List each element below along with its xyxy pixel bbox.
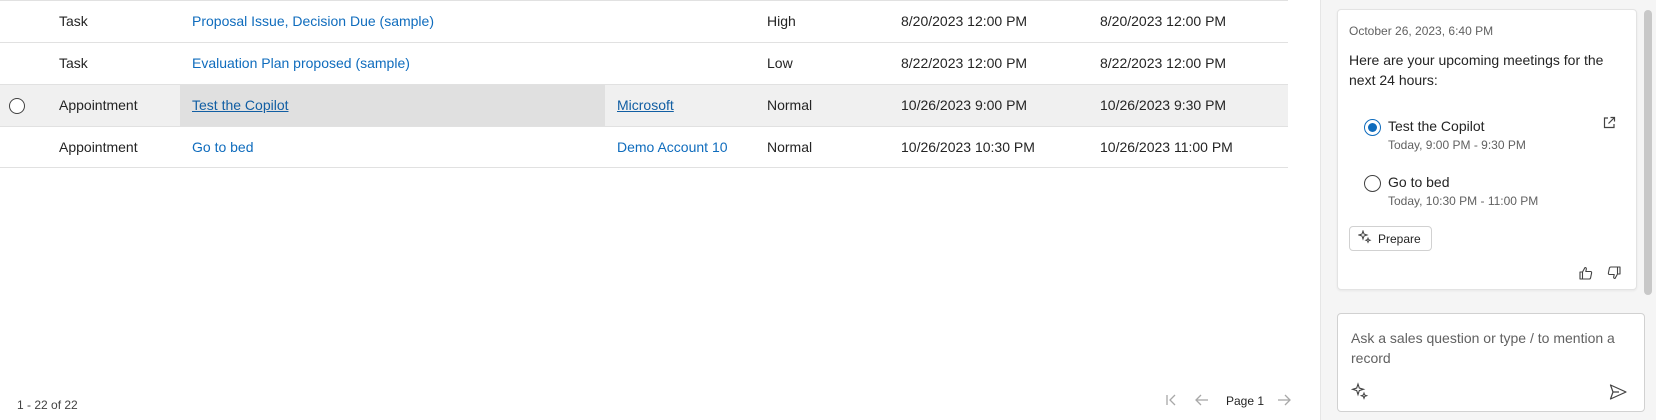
table-row[interactable]: Appointment Test the Copilot Microsoft N… — [0, 84, 1288, 126]
cell-subject: Proposal Issue, Decision Due (sample) — [180, 1, 605, 42]
cell-priority: High — [767, 13, 796, 29]
cell-start-date: 10/26/2023 10:30 PM — [901, 139, 1035, 155]
cell-subject: Evaluation Plan proposed (sample) — [180, 43, 605, 84]
cell-activity-type: Task — [59, 13, 88, 29]
cell-priority: Low — [767, 55, 793, 71]
table-row[interactable]: Task Evaluation Plan proposed (sample) L… — [0, 42, 1288, 84]
copilot-response-card: October 26, 2023, 6:40 PM Here are your … — [1337, 9, 1637, 290]
prepare-label: Prepare — [1378, 231, 1421, 246]
cell-end-date: 8/20/2023 12:00 PM — [1100, 13, 1227, 29]
meeting-title: Test the Copilot — [1388, 118, 1485, 134]
app-root: Task Proposal Issue, Decision Due (sampl… — [0, 0, 1656, 420]
cell-activity-type: Task — [59, 55, 88, 71]
subject-link[interactable]: Proposal Issue, Decision Due (sample) — [192, 13, 434, 29]
cell-end-date: 10/26/2023 9:30 PM — [1100, 97, 1227, 113]
cell-priority: Normal — [767, 97, 813, 113]
cell-end-date: 8/22/2023 12:00 PM — [1100, 55, 1227, 71]
page-indicator: Page 1 — [1226, 394, 1265, 408]
row-select-radio-icon[interactable] — [9, 98, 25, 114]
first-page-icon[interactable] — [1163, 393, 1181, 411]
activities-grid: Task Proposal Issue, Decision Due (sampl… — [0, 0, 1291, 420]
meeting-time: Today, 9:00 PM - 9:30 PM — [1388, 138, 1526, 152]
response-timestamp: October 26, 2023, 6:40 PM — [1349, 24, 1494, 38]
radio-selected-icon[interactable] — [1364, 119, 1381, 136]
cell-end-date: 10/26/2023 11:00 PM — [1100, 139, 1233, 155]
cell-subject: Go to bed — [180, 127, 605, 168]
table-row[interactable]: Appointment Go to bed Demo Account 10 No… — [0, 126, 1288, 168]
meeting-time: Today, 10:30 PM - 11:00 PM — [1388, 194, 1539, 208]
copilot-panel: October 26, 2023, 6:40 PM Here are your … — [1320, 0, 1656, 420]
open-external-icon[interactable] — [1602, 116, 1618, 132]
meeting-title: Go to bed — [1388, 174, 1450, 190]
cell-start-date: 8/22/2023 12:00 PM — [901, 55, 1028, 71]
record-count: 1 - 22 of 22 — [17, 398, 78, 412]
response-intro: Here are your upcoming meetings for the … — [1349, 52, 1604, 88]
ask-placeholder: Ask a sales question or type / to mentio… — [1351, 330, 1615, 366]
cell-priority: Normal — [767, 139, 813, 155]
cell-regarding: Demo Account 10 — [617, 127, 728, 168]
previous-page-icon[interactable] — [1193, 393, 1211, 411]
panel-scrollbar[interactable] — [1644, 10, 1652, 295]
next-page-icon[interactable] — [1275, 393, 1293, 411]
prepare-button[interactable]: Prepare — [1349, 226, 1432, 251]
table-row[interactable]: Task Proposal Issue, Decision Due (sampl… — [0, 0, 1288, 42]
thumbs-up-icon[interactable] — [1578, 265, 1596, 283]
cell-regarding: Microsoft — [617, 85, 674, 126]
regarding-link[interactable]: Microsoft — [617, 97, 674, 113]
sparkle-prompt-icon[interactable] — [1350, 382, 1371, 402]
subject-link[interactable]: Test the Copilot — [192, 97, 289, 113]
regarding-link[interactable]: Demo Account 10 — [617, 139, 728, 155]
cell-start-date: 8/20/2023 12:00 PM — [901, 13, 1028, 29]
cell-activity-type: Appointment — [59, 97, 138, 113]
thumbs-down-icon[interactable] — [1606, 265, 1624, 283]
radio-unselected-icon[interactable] — [1364, 175, 1381, 192]
cell-activity-type: Appointment — [59, 139, 138, 155]
cell-subject: Test the Copilot — [180, 85, 605, 126]
subject-link[interactable]: Evaluation Plan proposed (sample) — [192, 55, 410, 71]
ask-question-input[interactable]: Ask a sales question or type / to mentio… — [1337, 313, 1645, 412]
send-icon[interactable] — [1608, 382, 1630, 404]
cell-start-date: 10/26/2023 9:00 PM — [901, 97, 1028, 113]
subject-link[interactable]: Go to bed — [192, 139, 254, 155]
sparkle-icon — [1357, 229, 1372, 247]
